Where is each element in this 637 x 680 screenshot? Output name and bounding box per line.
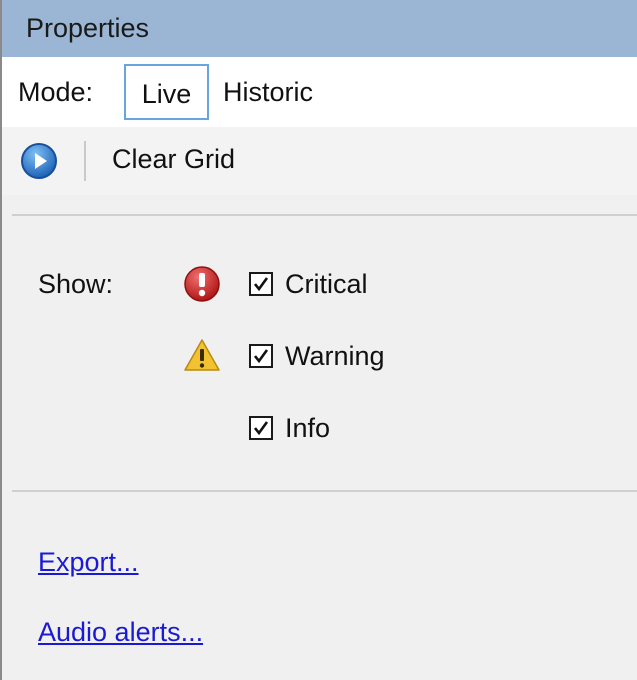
play-circle-icon[interactable] <box>20 142 58 180</box>
divider <box>12 490 637 492</box>
info-checkbox[interactable] <box>249 416 273 440</box>
export-link[interactable]: Export... <box>38 544 139 580</box>
filter-info: Info <box>182 408 442 448</box>
info-label: Info <box>285 413 331 443</box>
mode-historic-button[interactable]: Historic <box>211 64 341 120</box>
warning-label: Warning <box>285 341 385 371</box>
warning-checkbox[interactable] <box>249 344 273 368</box>
filter-warning: Warning <box>182 336 442 376</box>
divider <box>12 214 637 216</box>
panel-title: Properties <box>2 0 637 57</box>
critical-label: Critical <box>285 269 368 299</box>
toolbar-separator <box>84 141 86 181</box>
properties-panel: Properties Mode: Live Historic Clear Gri… <box>0 0 637 680</box>
mode-label: Mode: <box>18 77 94 107</box>
show-label: Show: <box>38 269 114 299</box>
clear-grid-button[interactable]: Clear Grid <box>106 127 241 191</box>
toolbar: Clear Grid <box>2 127 637 195</box>
critical-checkbox[interactable] <box>249 272 273 296</box>
mode-row: Mode: Live Historic <box>2 57 637 127</box>
filter-critical: Critical <box>182 264 442 304</box>
warning-icon <box>182 336 222 376</box>
mode-live-button[interactable]: Live <box>124 64 209 120</box>
error-icon <box>182 264 222 304</box>
audio-alerts-link[interactable]: Audio alerts... <box>38 614 203 650</box>
